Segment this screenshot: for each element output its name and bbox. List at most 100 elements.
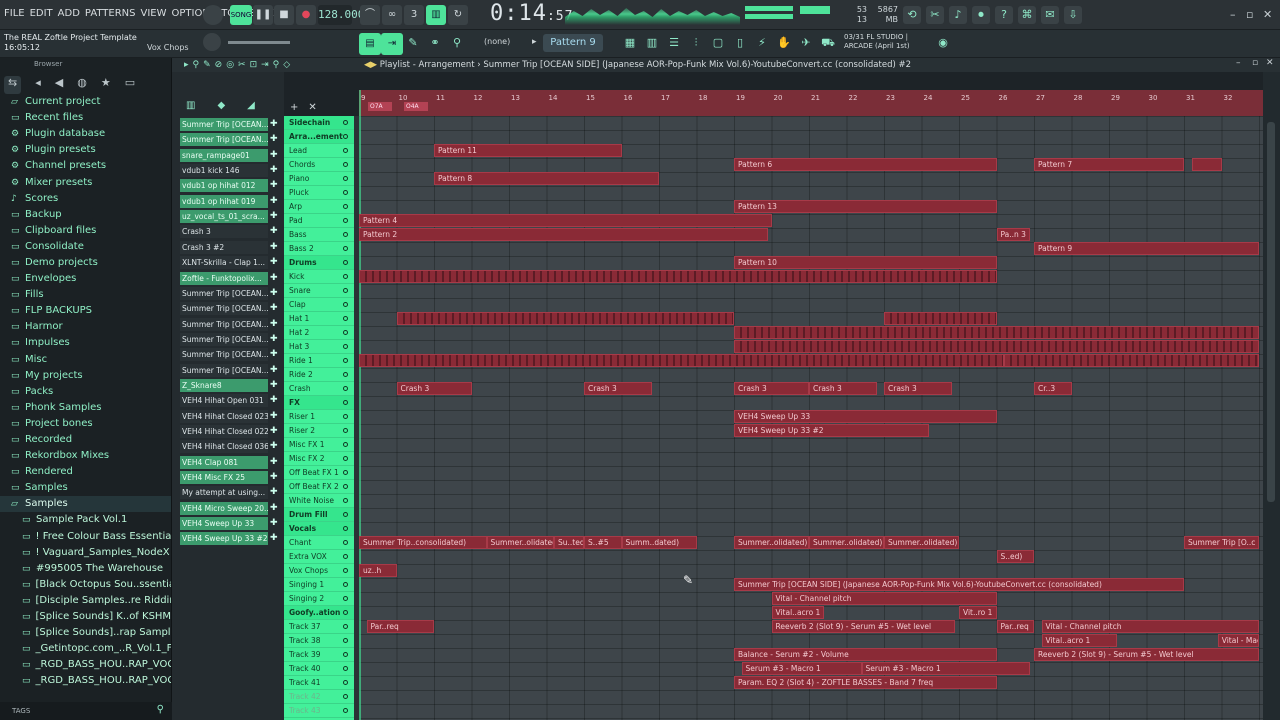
playlist-minimize-icon[interactable]: –: [1236, 58, 1241, 68]
pattern-clip[interactable]: VEH4 Sweep Up 33 #2: [734, 424, 929, 437]
pattern-clip[interactable]: Su..ted): [554, 536, 584, 549]
pattern-clip[interactable]: Summer Trip..consolidated): [359, 536, 487, 549]
track-header[interactable]: Misc FX 2: [284, 452, 354, 466]
pattern-clip[interactable]: Summer..olidated): [734, 536, 809, 549]
play-button[interactable]: ❚❚: [253, 5, 273, 25]
track-header[interactable]: Ride 1: [284, 354, 354, 368]
channel-add-icon[interactable]: ✚: [270, 364, 280, 377]
browser-item[interactable]: ▭ Clipboard files: [0, 223, 171, 239]
channel-button[interactable]: Summer Trip [OCEAN...: [180, 118, 268, 131]
news-panel[interactable]: 03/31 FL STUDIO | ARCADE (April 1st): [844, 33, 910, 51]
playlist-icon[interactable]: ▦: [622, 35, 638, 51]
track-header[interactable]: Ride 2: [284, 368, 354, 382]
pattern-clip[interactable]: [396, 312, 734, 325]
file-icon[interactable]: ▯: [732, 35, 748, 51]
pattern-clip[interactable]: Pattern 11: [434, 144, 622, 157]
browser-item[interactable]: ▭ ! Free Colour Bass Essentials !: [0, 529, 171, 545]
track-enable-icon[interactable]: [343, 414, 348, 419]
track-enable-icon[interactable]: [343, 120, 348, 125]
pattern-clip[interactable]: Summ..dated): [621, 536, 697, 549]
pattern-clip[interactable]: VEH4 Sweep Up 33: [734, 410, 997, 423]
tempo-display[interactable]: 128.000: [318, 5, 364, 25]
pattern-clip[interactable]: Par..req: [996, 620, 1034, 633]
pattern-clip[interactable]: Vital - Macro 1: [1217, 634, 1259, 647]
track-enable-icon[interactable]: [343, 680, 348, 685]
globe-icon[interactable]: ◉: [935, 35, 951, 51]
channel-add-icon[interactable]: ✚: [270, 348, 280, 361]
browser-item[interactable]: ▭ [Splice Sounds]..rap Samples Vol. 1: [0, 625, 171, 641]
track-enable-icon[interactable]: [343, 232, 348, 237]
chat-icon[interactable]: ✉: [1041, 6, 1059, 24]
channel-add-icon[interactable]: ✚: [270, 333, 280, 346]
browser-back-icon[interactable]: ◂: [35, 76, 41, 94]
channel-button[interactable]: Zoftle - Funktopolix...: [180, 271, 268, 285]
browser-item[interactable]: ▭ Rekordbox Mixes: [0, 448, 171, 464]
pattern-clip[interactable]: Crash 3: [734, 382, 809, 395]
pattern-clip[interactable]: Reeverb 2 (Slot 9) - Serum #5 - Wet leve…: [771, 620, 956, 633]
track-header[interactable]: Riser 2: [284, 424, 354, 438]
pattern-clip[interactable]: Param. EQ 2 (Slot 4) - ZOFTLE BASSES - B…: [734, 676, 997, 689]
tags-bar[interactable]: TAGS ⚲: [0, 702, 172, 720]
track-enable-icon[interactable]: [343, 344, 348, 349]
track-header[interactable]: Track 40: [284, 662, 354, 676]
mixer-icon[interactable]: ⫶: [688, 35, 704, 51]
song-mode-label[interactable]: SONG: [230, 5, 252, 25]
track-enable-icon[interactable]: [343, 442, 348, 447]
metronome-icon[interactable]: ⌒: [360, 5, 380, 25]
channel-add-icon[interactable]: ✚: [270, 486, 280, 499]
browser-item[interactable]: ▭ FLP BACKUPS: [0, 303, 171, 319]
channel-add-icon[interactable]: ✚: [270, 379, 280, 392]
menu-edit[interactable]: EDIT: [30, 8, 53, 19]
track-enable-icon[interactable]: [343, 288, 348, 293]
pattern-clip[interactable]: Summer..olidated): [486, 536, 554, 549]
track-enable-icon[interactable]: [343, 386, 348, 391]
channel-add-icon[interactable]: ✚: [270, 532, 280, 545]
channel-button[interactable]: snare_rampage01: [180, 148, 268, 162]
channel-button[interactable]: vdub1 op hihat 019: [180, 194, 268, 208]
channel-add-icon[interactable]: ✚: [270, 425, 280, 438]
track-enable-icon[interactable]: [343, 372, 348, 377]
pattern-clip[interactable]: Pattern 6: [734, 158, 997, 171]
pattern-clip[interactable]: Pattern 13: [734, 200, 997, 213]
close-icon[interactable]: ✕: [1263, 8, 1272, 21]
loop-record-icon[interactable]: ↻: [448, 5, 468, 25]
browser-menu-icon[interactable]: ⇆: [4, 76, 22, 94]
track-header[interactable]: Track 38: [284, 634, 354, 648]
master-pitch-slider[interactable]: [228, 41, 290, 44]
draw-icon[interactable]: ✎: [405, 35, 421, 51]
pattern-clip[interactable]: Pattern 8: [434, 172, 659, 185]
track-header[interactable]: Crash: [284, 382, 354, 396]
track-enable-icon[interactable]: [343, 134, 348, 139]
track-header[interactable]: Track 37: [284, 620, 354, 634]
track-enable-icon[interactable]: [343, 666, 348, 671]
browser-folder-icon[interactable]: ▭: [125, 76, 135, 94]
channel-add-icon[interactable]: ✚: [270, 517, 280, 530]
browser-item[interactable]: ▭ [Black Octopus Sou..ssentials Vol. 1: [0, 577, 171, 593]
track-header[interactable]: Clap: [284, 298, 354, 312]
track-header[interactable]: Track 39: [284, 648, 354, 662]
browser-item[interactable]: ▭ [Disciple Samples..re Riddim Vol. 1: [0, 593, 171, 609]
channel-add-icon[interactable]: ✚: [270, 118, 280, 131]
track-enable-icon[interactable]: [343, 512, 348, 517]
track-header[interactable]: Sidechain: [284, 116, 354, 130]
download-icon[interactable]: ⇩: [1064, 6, 1082, 24]
channel-button[interactable]: My attempt at using...: [180, 486, 268, 500]
snap-select[interactable]: (none): [484, 37, 510, 46]
track-header[interactable]: Extra VOX: [284, 550, 354, 564]
track-enable-icon[interactable]: [343, 358, 348, 363]
mic-icon[interactable]: ♪: [949, 6, 967, 24]
browser-item[interactable]: ▱ Samples: [0, 496, 171, 513]
channel-button[interactable]: VEH4 Hihat Closed 036: [180, 440, 268, 454]
channel-add-icon[interactable]: ✚: [270, 394, 280, 407]
channel-add-icon[interactable]: ✚: [270, 272, 280, 285]
playlist-close-icon[interactable]: ✕: [1266, 58, 1274, 68]
search-icon[interactable]: ⚲: [157, 704, 164, 715]
track-header[interactable]: Off Beat FX 1: [284, 466, 354, 480]
track-enable-icon[interactable]: [343, 540, 348, 545]
track-header[interactable]: Track 43: [284, 704, 354, 718]
track-header[interactable]: Chant: [284, 536, 354, 550]
track-header[interactable]: Goofy..ation: [284, 606, 354, 620]
channel-button[interactable]: VEH4 Sweep Up 33: [180, 517, 268, 531]
pattern-clip[interactable]: [1004, 354, 1259, 367]
track-header[interactable]: Track 42: [284, 690, 354, 704]
